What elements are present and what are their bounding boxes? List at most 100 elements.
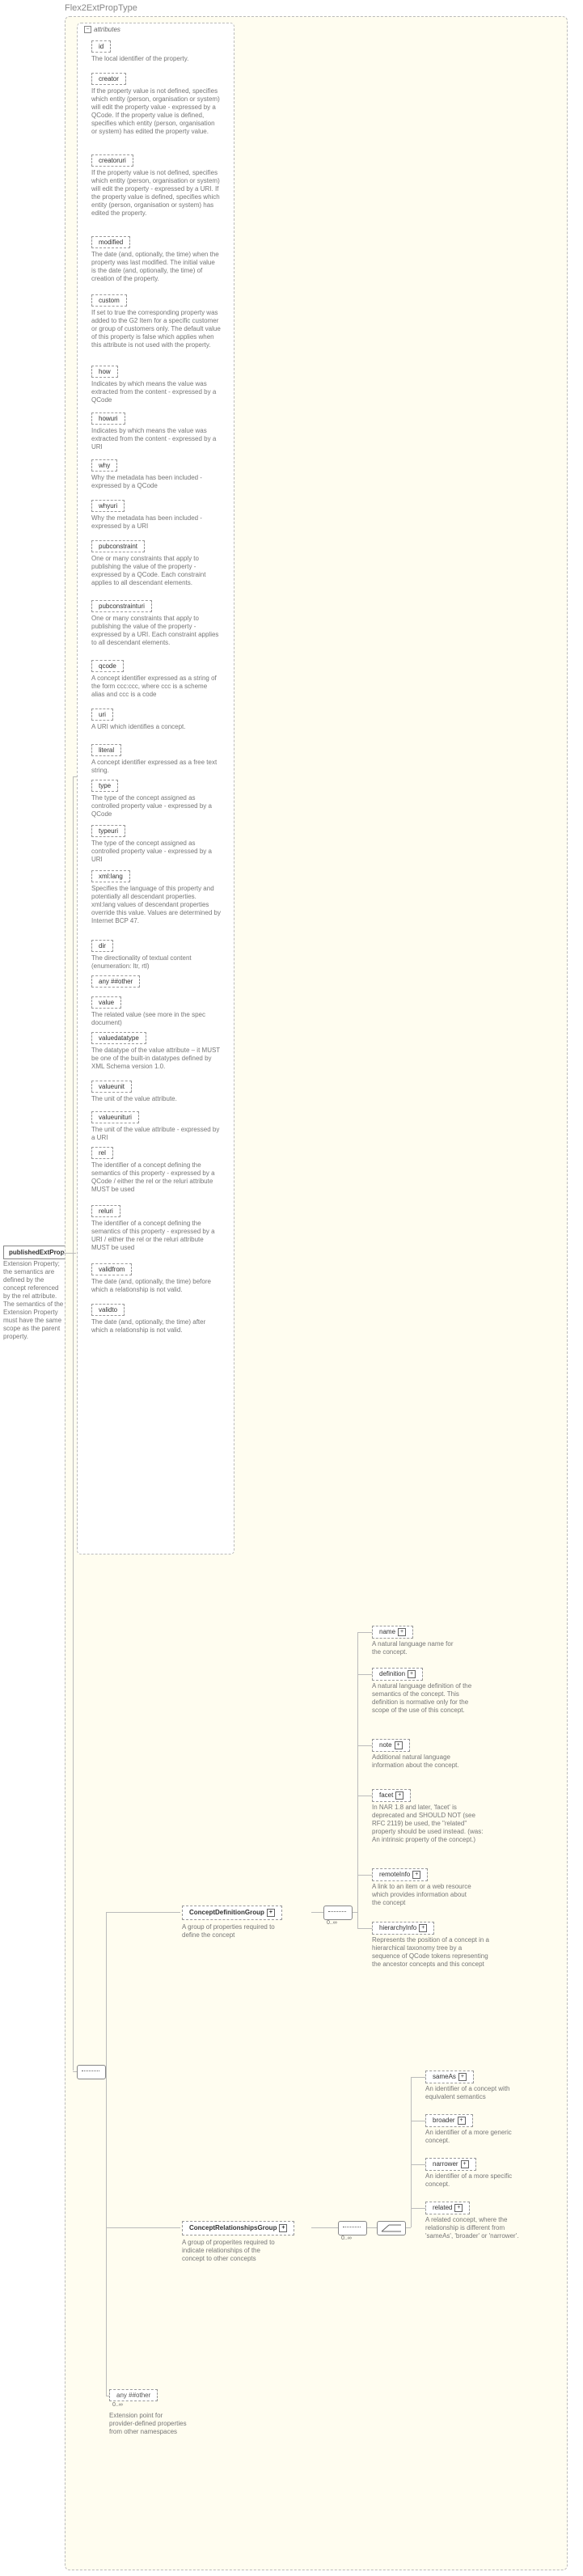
attr-xml-lang: xml:lang Specifies the language of this p… xyxy=(91,870,229,925)
connector xyxy=(357,1632,358,1928)
connector xyxy=(411,2164,425,2165)
attr-desc: Why the metadata has been included - exp… xyxy=(91,514,221,531)
attr-creatoruri: creatoruriIf the property value is not d… xyxy=(91,154,229,218)
expand-icon[interactable]: + xyxy=(279,2224,287,2232)
attr-desc: The identifier of a concept defining the… xyxy=(91,1220,221,1252)
attr-desc: The local identifier of the property. xyxy=(91,55,221,63)
connector xyxy=(106,2227,180,2228)
attr-label[interactable]: xml:lang xyxy=(91,870,130,882)
connector xyxy=(406,2227,411,2228)
connector xyxy=(357,1928,372,1929)
attr-label[interactable]: creator xyxy=(91,73,126,85)
expand-icon[interactable]: + xyxy=(412,1871,420,1879)
child-desc: An identifier of a concept with equivale… xyxy=(425,2085,522,2101)
child-label[interactable]: note+ xyxy=(372,1739,410,1752)
child-label[interactable]: sameAs+ xyxy=(425,2071,474,2083)
attr-desc: The unit of the value attribute - expres… xyxy=(91,1126,221,1142)
attr-desc: One or many constraints that apply to pu… xyxy=(91,555,221,587)
child-label[interactable]: related+ xyxy=(425,2202,470,2214)
cardinality: 0..∞ xyxy=(341,2235,352,2241)
attr-label[interactable]: any ##other xyxy=(91,975,140,988)
attr-creator: creatorIf the property value is not defi… xyxy=(91,73,229,136)
child-label[interactable]: name+ xyxy=(372,1626,413,1639)
attr-label[interactable]: validto xyxy=(91,1304,125,1316)
expand-icon[interactable]: + xyxy=(395,1741,403,1749)
concept-definition-group-desc: A group of properties required to define… xyxy=(182,1923,279,1939)
attr-desc: The date (and, optionally, the time) whe… xyxy=(91,251,221,283)
expand-icon[interactable]: + xyxy=(398,1628,406,1636)
child-desc: An identifier of a more specific concept… xyxy=(425,2172,522,2189)
attr-modified: modified The date (and, optionally, the t… xyxy=(91,236,229,283)
attr-valueunituri: valueunituri The unit of the value attrib… xyxy=(91,1111,229,1142)
attr-label[interactable]: creatoruri xyxy=(91,154,133,167)
attr-label[interactable]: valuedatatype xyxy=(91,1032,146,1044)
attr-label[interactable]: typeuri xyxy=(91,825,125,837)
attr-label[interactable]: valueunit xyxy=(91,1081,132,1093)
child-desc: A link to an item or a web resource whic… xyxy=(372,1883,477,1907)
expand-icon[interactable]: + xyxy=(458,2073,467,2081)
expand-icon[interactable]: + xyxy=(458,2117,466,2125)
expand-icon[interactable]: + xyxy=(461,2160,469,2168)
attr-desc: A concept identifier expressed as a free… xyxy=(91,759,221,775)
collapse-icon[interactable]: − xyxy=(84,26,91,33)
child-remoteinfo: remoteInfo+ A link to an item or a web re… xyxy=(372,1868,477,1907)
attr-label[interactable]: validfrom xyxy=(91,1263,132,1275)
attr-label[interactable]: literal xyxy=(91,744,121,756)
child-facet: facet+In NAR 1.8 and later, 'facet' is d… xyxy=(372,1789,485,1844)
concept-definition-group[interactable]: ConceptDefinitionGroup+ xyxy=(182,1906,282,1920)
any-other-desc: Extension point for provider-defined pro… xyxy=(109,2412,190,2436)
cardinality: 0..∞ xyxy=(327,1920,337,1926)
attr-desc: The datatype of the value attribute – it… xyxy=(91,1047,221,1071)
child-label[interactable]: hierarchyInfo+ xyxy=(372,1922,434,1935)
child-label[interactable]: narrower+ xyxy=(425,2158,476,2171)
attr-label[interactable]: custom xyxy=(91,294,127,307)
attr-label[interactable]: dir xyxy=(91,940,113,952)
attr-desc: The related value (see more in the spec … xyxy=(91,1011,221,1027)
expand-icon[interactable]: + xyxy=(419,1924,427,1932)
attr-label[interactable]: value xyxy=(91,996,121,1009)
expand-icon[interactable]: + xyxy=(267,1909,275,1917)
attr-valueunit: valueunitThe unit of the value attribute… xyxy=(91,1081,229,1103)
attr-whyuri: whyuri Why the metadata has been included… xyxy=(91,500,229,531)
attr-label[interactable]: pubconstrainturi xyxy=(91,600,152,612)
attr-label[interactable]: id xyxy=(91,40,111,53)
connector xyxy=(73,776,74,2071)
attr-reluri: reluri The identifier of a concept defini… xyxy=(91,1205,229,1252)
child-label[interactable]: definition+ xyxy=(372,1668,423,1681)
attr-label[interactable]: valueunituri xyxy=(91,1111,139,1123)
attr-dir: dir The directionality of textual content… xyxy=(91,940,229,971)
attr-label[interactable]: pubconstraint xyxy=(91,540,145,552)
attr-label[interactable]: whyuri xyxy=(91,500,125,512)
expand-icon[interactable]: + xyxy=(454,2204,463,2212)
attr-label[interactable]: reluri xyxy=(91,1205,120,1217)
attr-label[interactable]: uri xyxy=(91,709,113,721)
attr-how: howIndicates by which means the value wa… xyxy=(91,366,229,404)
attr-label[interactable]: howuri xyxy=(91,412,125,425)
child-label[interactable]: broader+ xyxy=(425,2114,473,2127)
child-narrower: narrower+An identifier of a more specifi… xyxy=(425,2158,522,2189)
expand-icon[interactable]: + xyxy=(408,1670,416,1678)
child-hierarchyinfo: hierarchyInfo+Represents the position of… xyxy=(372,1922,489,1969)
attr-label[interactable]: modified xyxy=(91,236,130,248)
child-label[interactable]: facet+ xyxy=(372,1789,411,1802)
attr-label[interactable]: why xyxy=(91,459,117,472)
attr-desc: The directionality of textual content (e… xyxy=(91,954,221,971)
connector xyxy=(367,2227,377,2228)
expand-icon[interactable]: + xyxy=(395,1791,403,1800)
connector xyxy=(63,1253,76,1254)
connector xyxy=(353,1912,357,1913)
attr-desc: The type of the concept assigned as cont… xyxy=(91,840,221,864)
connector xyxy=(311,1912,323,1913)
attr-desc: Indicates by which means the value was e… xyxy=(91,427,221,451)
attr-label[interactable]: how xyxy=(91,366,118,378)
attr-desc: Specifies the language of this property … xyxy=(91,885,221,925)
attr-desc: If set to true the corresponding propert… xyxy=(91,309,221,349)
attr-label[interactable]: qcode xyxy=(91,660,124,672)
child-related: related+A related concept, where the rel… xyxy=(425,2202,530,2240)
child-label[interactable]: remoteInfo+ xyxy=(372,1868,428,1881)
attr-validfrom: validfromThe date (and, optionally, the … xyxy=(91,1263,229,1294)
concept-relationships-group[interactable]: ConceptRelationshipsGroup+ xyxy=(182,2221,294,2235)
attr-validto: validtoThe date (and, optionally, the ti… xyxy=(91,1304,229,1335)
attr-label[interactable]: rel xyxy=(91,1147,113,1159)
attr-label[interactable]: type xyxy=(91,780,118,792)
